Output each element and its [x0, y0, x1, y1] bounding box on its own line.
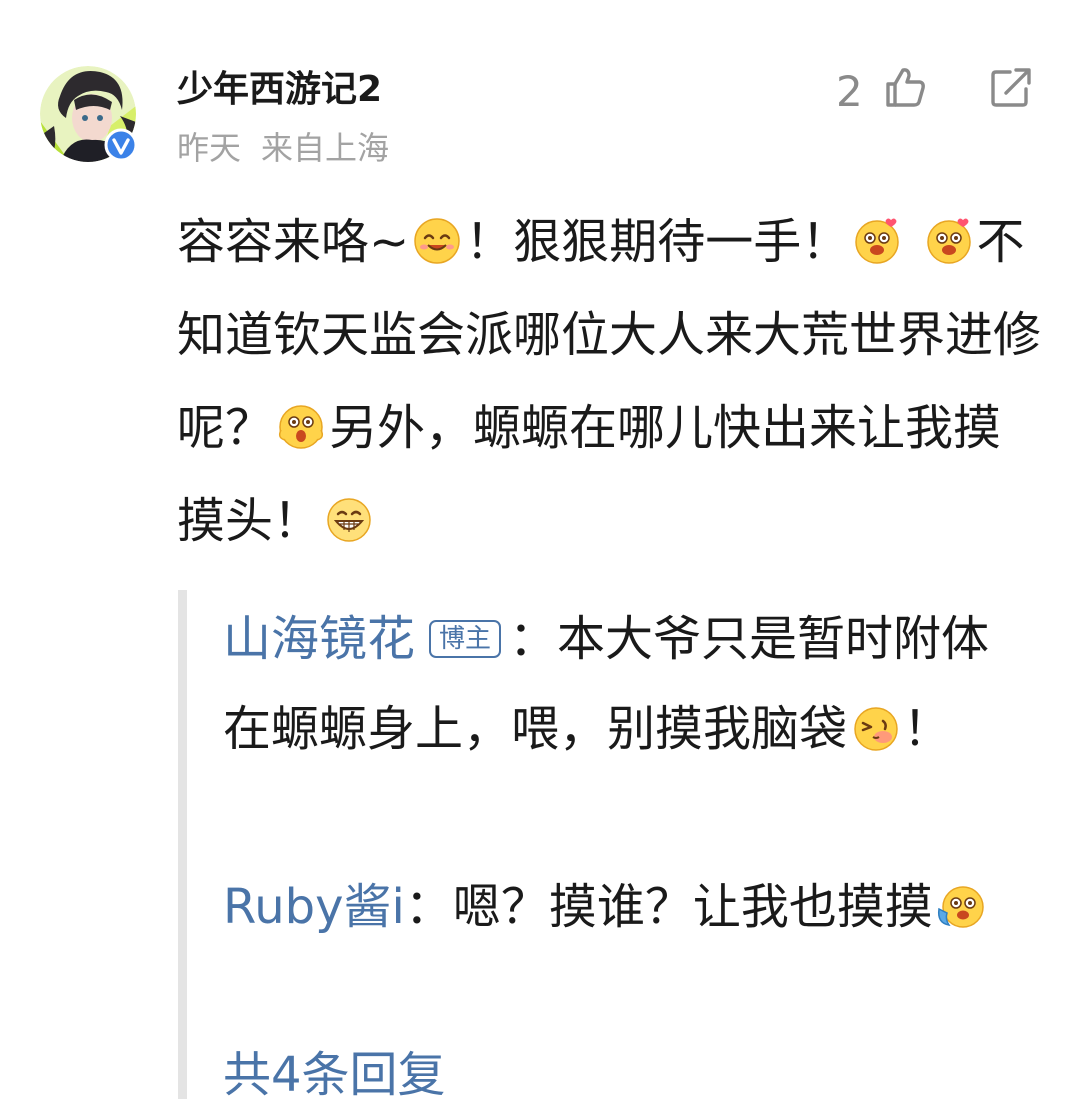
reply-separator: ： — [404, 879, 453, 935]
reply-item: 山海镜花 博主 ：本大爷只是暂时附体在螈螈身上，喂，别摸我脑袋！ — [223, 594, 1023, 774]
more-replies-link[interactable]: 共4条回复 — [223, 1030, 446, 1120]
username[interactable]: 少年西游记2 — [177, 66, 382, 114]
comment-time: 昨天 — [177, 129, 242, 167]
comment-text: 容容来咯~ ！狠狠期待一手！ 不知道钦天监会派哪位大人来大荒世界进修呢？ 另外，螈螈… — [177, 196, 1047, 568]
author-badge: 博主 — [429, 620, 502, 658]
reply-author[interactable]: Ruby酱i — [223, 879, 405, 935]
thumbs-up-icon[interactable] — [882, 64, 928, 110]
share-icon[interactable] — [988, 66, 1034, 110]
reply-item: Ruby酱i：嗯？摸谁？让我也摸摸 — [223, 862, 1023, 952]
excited-emoji-icon — [851, 214, 903, 266]
shy-emoji-icon — [849, 701, 901, 753]
reply-separator: ： — [509, 611, 558, 667]
comment-meta: 昨天 来自上海 — [177, 126, 389, 170]
excited-emoji-icon — [923, 214, 975, 266]
like-count[interactable]: 2 — [836, 66, 863, 118]
avatar[interactable] — [40, 66, 138, 162]
cute-emoji-icon — [935, 879, 987, 931]
grin-emoji-icon — [323, 493, 375, 545]
verified-badge-icon — [104, 128, 138, 162]
surprised-emoji-icon — [275, 400, 327, 452]
reply-thread: 山海镜花 博主 ：本大爷只是暂时附体在螈螈身上，喂，别摸我脑袋！ Ruby酱i：嗯？… — [178, 590, 1049, 1103]
reply-author[interactable]: 山海镜花 — [223, 611, 415, 667]
smile-emoji-icon — [411, 214, 463, 266]
comment-text-part: ！狠狠期待一手！ — [465, 214, 850, 270]
comment-location: 来自上海 — [261, 129, 390, 167]
comment-text-part: 容容来咯~ — [177, 214, 410, 270]
reply-text-end: ！ — [903, 701, 952, 757]
reply-text: 嗯？摸谁？让我也摸摸 — [452, 879, 933, 935]
